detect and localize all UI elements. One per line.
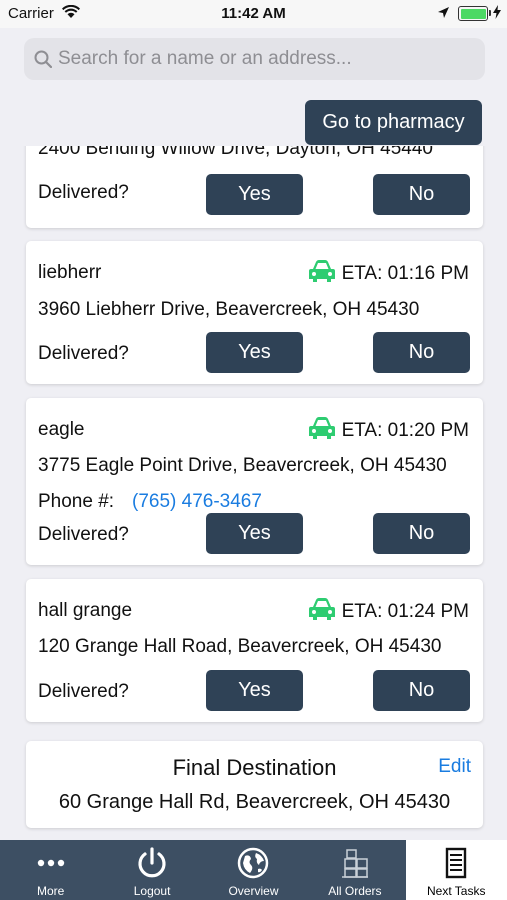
list-icon bbox=[406, 846, 507, 880]
delivered-yes-button[interactable]: Yes bbox=[206, 174, 303, 215]
car-icon bbox=[308, 259, 336, 289]
eta-group: ETA: 01:24 PM bbox=[308, 597, 469, 627]
final-destination-card: Final Destination Edit 60 Grange Hall Rd… bbox=[26, 741, 483, 828]
eta-text: ETA: 01:16 PM bbox=[341, 263, 469, 284]
car-icon bbox=[308, 597, 336, 627]
status-bar: Carrier 11:42 AM bbox=[0, 0, 507, 28]
stop-name: liebherr bbox=[38, 262, 102, 283]
delivered-no-button[interactable]: No bbox=[373, 332, 470, 373]
location-arrow-icon bbox=[437, 6, 450, 24]
stop-card: eagle ETA: 01:20 PM 3775 Eagle Point Dri… bbox=[26, 398, 483, 565]
globe-icon bbox=[203, 846, 304, 880]
tab-bar: More Logout Overview All Orders Next Tas… bbox=[0, 840, 507, 900]
tab-label: More bbox=[37, 884, 65, 898]
eta-group: ETA: 01:16 PM bbox=[308, 259, 469, 289]
stop-address: 3960 Liebherr Drive, Beavercreek, OH 454… bbox=[38, 299, 420, 320]
delivered-no-button[interactable]: No bbox=[373, 513, 470, 554]
battery-cap bbox=[489, 10, 491, 16]
more-icon bbox=[0, 846, 101, 876]
power-icon bbox=[101, 846, 202, 880]
clock: 11:42 AM bbox=[221, 5, 286, 22]
stop-list[interactable]: 2400 Bending Willow Drive, Dayton, OH 45… bbox=[0, 146, 507, 840]
delivered-label: Delivered? bbox=[38, 681, 129, 702]
final-destination-title: Final Destination bbox=[172, 755, 337, 780]
car-icon bbox=[308, 416, 336, 446]
stop-card: hall grange ETA: 01:24 PM 120 Grange Hal… bbox=[26, 579, 483, 722]
delivered-no-button[interactable]: No bbox=[373, 174, 470, 215]
stop-address: 120 Grange Hall Road, Beavercreek, OH 45… bbox=[38, 636, 442, 657]
delivered-yes-button[interactable]: Yes bbox=[206, 332, 303, 373]
search-icon bbox=[34, 50, 53, 73]
phone-label: Phone #: bbox=[38, 491, 115, 512]
tab-logout[interactable]: Logout bbox=[101, 840, 202, 900]
charging-bolt-icon bbox=[493, 5, 501, 22]
stop-card: 2400 Bending Willow Drive, Dayton, OH 45… bbox=[26, 146, 483, 228]
delivered-yes-button[interactable]: Yes bbox=[206, 513, 303, 554]
eta-group: ETA: 01:20 PM bbox=[308, 416, 469, 446]
edit-final-destination-button[interactable]: Edit bbox=[438, 756, 471, 778]
stop-address: 2400 Bending Willow Drive, Dayton, OH 45… bbox=[38, 146, 433, 159]
eta-text: ETA: 01:24 PM bbox=[341, 601, 469, 622]
battery-icon bbox=[458, 6, 488, 21]
delivered-label: Delivered? bbox=[38, 524, 129, 545]
eta-text: ETA: 01:20 PM bbox=[341, 420, 469, 441]
search-bar[interactable] bbox=[24, 38, 485, 80]
tab-all-orders[interactable]: All Orders bbox=[304, 840, 405, 900]
stop-card: liebherr ETA: 01:16 PM 3960 Liebherr Dri… bbox=[26, 241, 483, 384]
go-to-pharmacy-button[interactable]: Go to pharmacy bbox=[305, 100, 482, 145]
tab-label: Logout bbox=[133, 884, 171, 898]
tab-overview[interactable]: Overview bbox=[203, 840, 304, 900]
search-input[interactable] bbox=[58, 38, 478, 80]
tab-more[interactable]: More bbox=[0, 840, 101, 900]
delivered-yes-button[interactable]: Yes bbox=[206, 670, 303, 711]
tab-next-tasks[interactable]: Next Tasks bbox=[405, 840, 507, 900]
delivered-no-button[interactable]: No bbox=[373, 670, 470, 711]
final-destination-address: 60 Grange Hall Rd, Beavercreek, OH 45430 bbox=[58, 791, 451, 813]
delivered-label: Delivered? bbox=[38, 182, 129, 203]
stop-name: hall grange bbox=[38, 600, 133, 621]
stop-name: eagle bbox=[38, 419, 85, 440]
tab-label: Next Tasks bbox=[427, 884, 486, 898]
phone-link[interactable]: (765) 476-3467 bbox=[132, 491, 262, 513]
delivered-label: Delivered? bbox=[38, 343, 129, 364]
tab-label: Overview bbox=[228, 884, 279, 898]
boxes-icon bbox=[304, 846, 405, 880]
tab-label: All Orders bbox=[328, 884, 382, 898]
stop-address: 3775 Eagle Point Drive, Beavercreek, OH … bbox=[38, 455, 447, 476]
